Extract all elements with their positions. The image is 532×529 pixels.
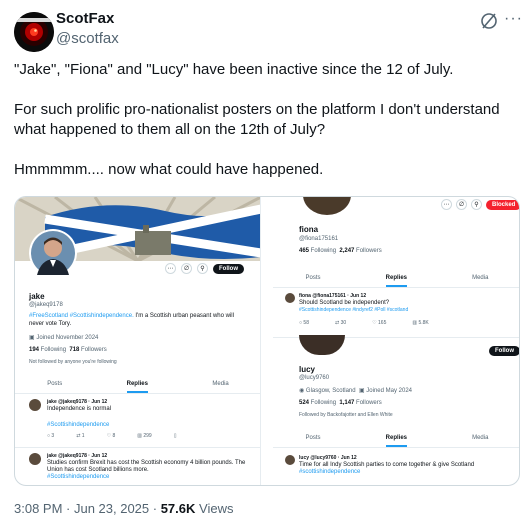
- repost-icon: ⇄ 1: [76, 433, 85, 439]
- more-icon: ⋯: [165, 263, 176, 274]
- grok-icon: ∅: [181, 263, 192, 274]
- jake-name: jake: [29, 292, 45, 301]
- fiona-post: fiona @fiona175161 · Jun 12 Should Scotl…: [285, 293, 514, 326]
- jake-tabs: Posts Replies Media: [15, 377, 260, 394]
- jake-not-followed: Not followed by anyone you're following: [29, 359, 117, 365]
- tweet-media[interactable]: ⋯ ∅ ⚲ Follow jake @jakeq9178 #FreeScotla…: [14, 196, 520, 486]
- jake-handle: @jakeq9178: [29, 302, 63, 308]
- jake-follow-button: Follow: [213, 263, 244, 274]
- fiona-blocked-button: Blocked: [486, 199, 519, 210]
- grok-icon[interactable]: [478, 10, 500, 32]
- fiona-handle: @fiona175161: [299, 236, 339, 242]
- handle[interactable]: @scotfax: [56, 30, 119, 47]
- avatar[interactable]: [14, 12, 54, 52]
- jake-bio: #FreeScotland #Scottishindependence. I'm…: [29, 313, 234, 327]
- like-icon: ♡ 165: [372, 320, 387, 326]
- tweet-timestamp[interactable]: 3:08 PM · Jun 23, 2025 · 57.6K Views: [14, 501, 233, 516]
- lucy-followed-by: Followed by Backofajotter and Ellen Whit…: [299, 412, 393, 418]
- hal-avatar-icon: [14, 12, 54, 52]
- jake-profile-screenshot: ⋯ ∅ ⚲ Follow jake @jakeq9178 #FreeScotla…: [15, 197, 261, 485]
- lucy-meta: ◉ Glasgow, Scotland ▣ Joined May 2024: [299, 388, 412, 394]
- reply-icon: ○ 3: [47, 433, 55, 439]
- more-icon: ⋯: [441, 199, 452, 210]
- lucy-follow-stats: 524 Following 1,147 Followers: [299, 400, 382, 406]
- jake-joined: ▣ Joined November 2024: [29, 335, 99, 341]
- tweet-text: "Jake", "Fiona" and "Lucy" have been ina…: [14, 61, 500, 178]
- lucy-name: lucy: [299, 365, 316, 374]
- fiona-lucy-screenshot: ⋯ ∅ ⚲ Blocked fiona @fiona175161 465 Fol…: [273, 197, 519, 485]
- fiona-avatar: [303, 197, 351, 215]
- reply-icon: ○ 58: [299, 320, 309, 326]
- repost-icon: ⇄ 30: [334, 320, 347, 326]
- lucy-avatar: [299, 335, 345, 355]
- fiona-tabs: Posts Replies Media: [273, 271, 519, 288]
- location-icon: ◉: [299, 388, 306, 394]
- jake-avatar: [29, 229, 77, 277]
- display-name[interactable]: ScotFax: [56, 10, 114, 27]
- lucy-tabs: Posts Replies Media: [273, 431, 519, 448]
- like-icon: ♡ 8: [106, 433, 116, 439]
- more-icon[interactable]: ···: [504, 10, 523, 28]
- fiona-name: fiona: [299, 225, 319, 234]
- lucy-post: lucy @lucy9760 · Jun 12 Time for all Ind…: [285, 455, 514, 476]
- fiona-follow-stats: 465 Following 2,247 Followers: [299, 248, 382, 254]
- jake-follow-stats: 194 Following 718 Followers: [29, 347, 107, 353]
- views-icon: ▥ 299: [137, 433, 152, 439]
- lucy-handle: @lucy9760: [299, 375, 330, 381]
- search-icon: ⚲: [197, 263, 208, 274]
- grok-icon: ∅: [456, 199, 467, 210]
- search-icon: ⚲: [471, 199, 482, 210]
- views-icon: ▥ 5.8K: [412, 320, 429, 326]
- lucy-follow-button: Follow: [489, 346, 519, 356]
- bookmark-icon: ▯: [173, 433, 177, 439]
